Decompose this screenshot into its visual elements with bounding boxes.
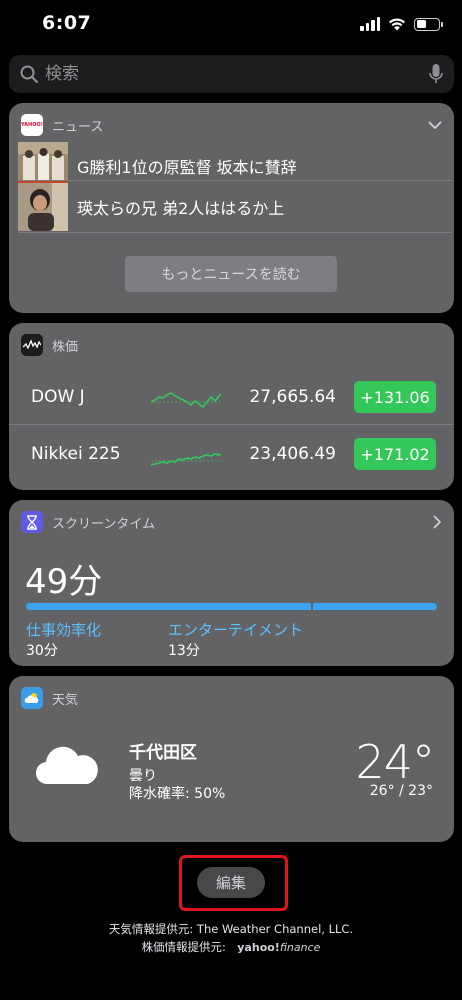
search-icon [20,65,39,84]
hourglass-icon [21,511,43,533]
weather-app-icon [21,687,43,709]
screen-time-widget[interactable]: スクリーンタイム 49分 仕事効率化 30分 エンターテイメント 13分 [9,500,454,666]
news-divider [18,180,452,181]
battery-icon [414,17,443,31]
status-bar: 6:07 [0,0,462,48]
wifi-icon [388,17,406,31]
screen-time-total: 49分 [25,562,103,602]
more-news-button[interactable]: もっとニュースを読む [125,256,337,292]
stock-change-badge[interactable]: +131.06 [354,381,436,413]
weather-location: 千代田区 [129,743,197,763]
screen-time-title: スクリーンタイム [52,516,156,532]
stock-divider [9,424,454,425]
cellular-signal-icon [360,17,380,31]
stock-price: 27,665.64 [249,387,336,407]
stock-symbol: DOW J [31,387,85,407]
stock-row-nikkei[interactable]: Nikkei 225 23,406.49 +171.02 [9,426,454,482]
microphone-icon[interactable] [428,63,444,85]
stock-row-dow[interactable]: DOW J 27,665.64 +131.06 [9,369,454,425]
stock-sparkline-chart [151,453,221,466]
screen-time-header[interactable]: スクリーンタイム [9,500,454,544]
news-item[interactable]: 瑛太らの兄 弟2人ははるか上 [18,182,452,232]
stock-sparkline-chart [151,392,221,409]
search-input[interactable] [45,64,428,84]
yahoo-news-app-icon: YAHOO! [21,114,43,136]
yahoo-logo-text: YAHOO! [21,122,43,128]
weather-temperature: 24° [355,735,435,789]
category-time: 30分 [26,643,58,659]
edit-button[interactable]: 編集 [197,867,265,898]
usage-bar-segment-entertainment [313,603,437,610]
weather-condition: 曇り [129,768,157,784]
finance-credit[interactable]: 株価情報提供元: yahoo!finance [0,939,462,955]
category-name: エンターテイメント [168,621,304,639]
category-name: 仕事効率化 [26,621,102,639]
yahoo-finance-logo: yahoo!finance [230,941,321,954]
chevron-right-icon[interactable] [433,515,442,529]
weather-title: 天気 [52,692,79,708]
news-widget[interactable]: YAHOO! ニュース G勝利1位の原監督 坂本に賛辞 瑛太らの兄 弟2人ははる… [9,103,454,313]
stock-price: 23,406.49 [249,444,336,464]
usage-bar [26,603,437,610]
news-headline: 瑛太らの兄 弟2人ははるか上 [77,199,285,218]
cloud-icon [36,746,98,785]
weather-widget[interactable]: 天気 千代田区 曇り 降水確率: 50% 24° 26° / 23° [9,676,454,842]
stock-symbol: Nikkei 225 [31,444,121,464]
news-thumbnail-portrait [18,183,68,231]
stock-change-badge[interactable]: +171.02 [354,438,436,470]
search-bar[interactable] [9,55,454,93]
yahoo-finance-logo-text: finance [279,941,321,954]
stocks-header[interactable]: 株価 [9,323,454,367]
news-title: ニュース [52,119,104,135]
chevron-down-icon[interactable] [428,121,442,130]
finance-credit-label: 株価情報提供元: [141,940,226,954]
weather-credit[interactable]: 天気情報提供元: The Weather Channel, LLC. [0,921,462,937]
status-icons [360,15,443,33]
yahoo-finance-logo-text: yahoo! [237,941,280,954]
usage-bar-segment-productivity [26,603,312,610]
stocks-widget[interactable]: 株価 DOW J 27,665.64 +131.06 Nikkei 225 23… [9,323,454,490]
news-headline: G勝利1位の原監督 坂本に賛辞 [77,158,297,177]
stocks-title: 株価 [52,339,79,355]
stocks-app-icon [21,334,43,356]
category-time: 13分 [168,643,200,659]
weather-header[interactable]: 天気 [9,676,454,720]
news-divider [18,232,452,233]
weather-precipitation: 降水確率: 50% [129,786,226,802]
weather-temp-range: 26° / 23° [369,783,433,799]
status-time: 6:07 [42,12,92,34]
